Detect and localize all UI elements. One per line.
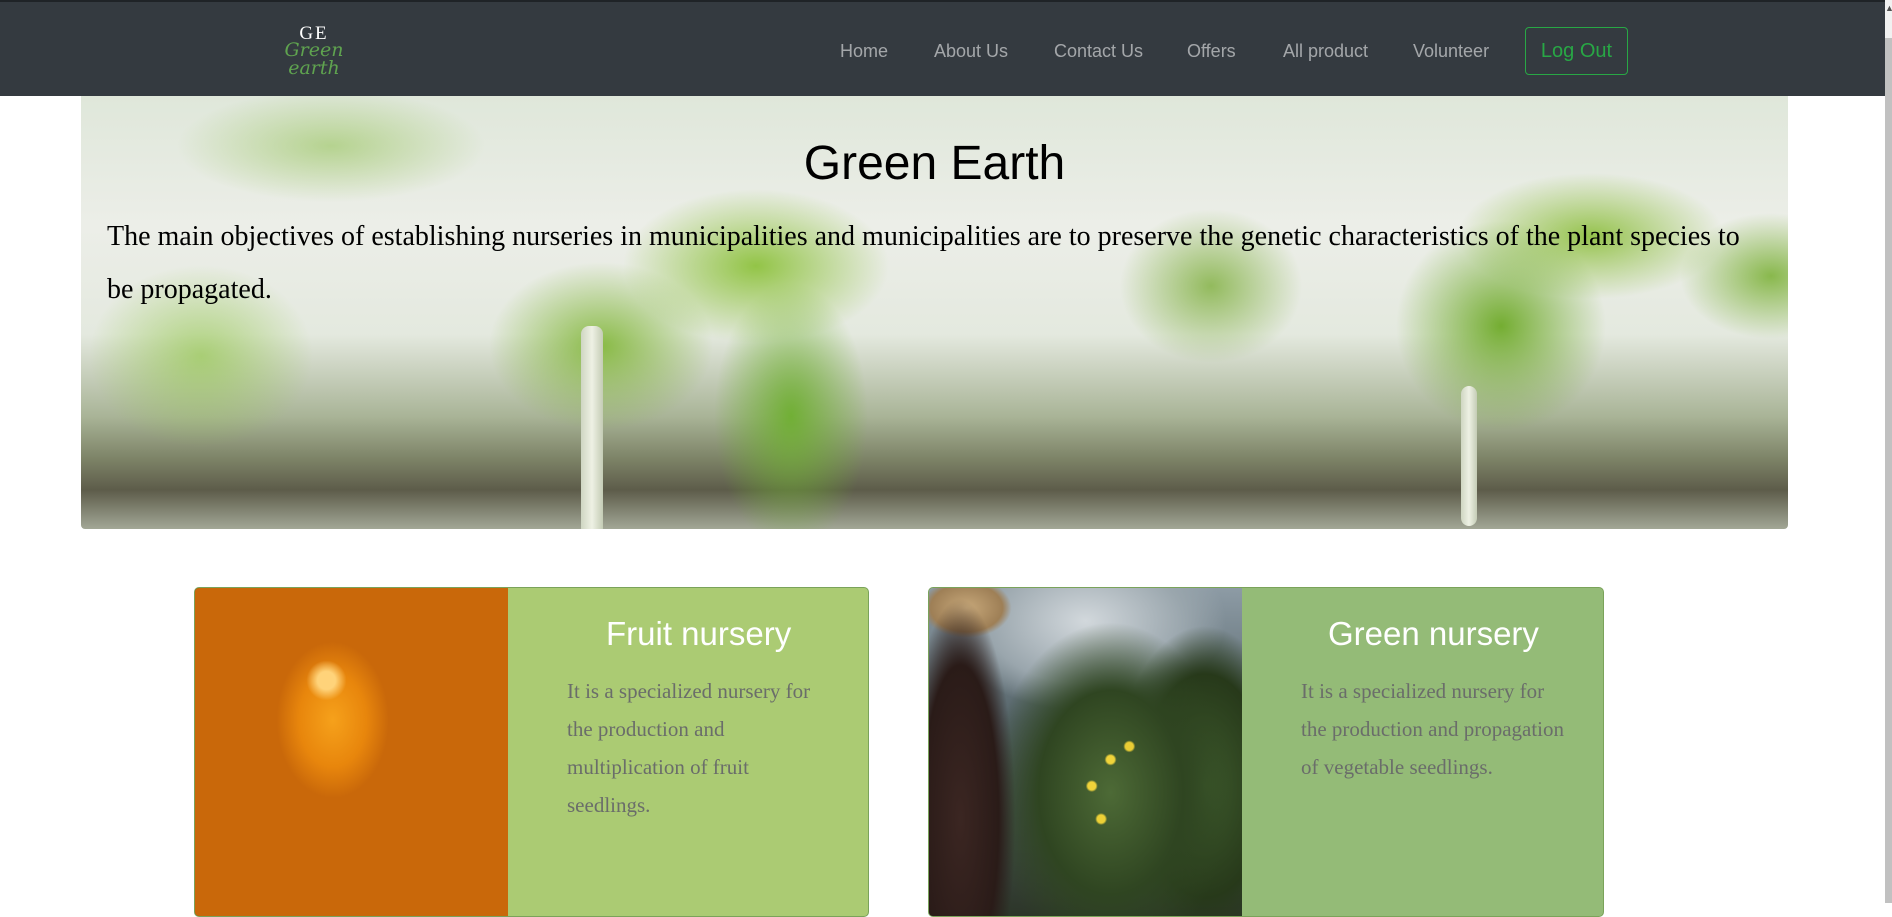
card-title: Green nursery <box>1328 615 1539 652</box>
brand-name: Green earth <box>284 39 344 79</box>
hero-banner: Green Earth The main objectives of estab… <box>81 96 1788 529</box>
nav-link-volunteer[interactable]: Volunteer <box>1413 40 1489 62</box>
hero-description: The main objectives of establishing nurs… <box>107 221 1740 305</box>
seedling-stem-decoration <box>581 326 603 529</box>
nav-link-offers[interactable]: Offers <box>1187 40 1236 62</box>
scrollbar-thumb[interactable] <box>1885 38 1892 903</box>
card-description: It is a specialized nursery for the prod… <box>567 679 811 817</box>
seedling-stem-decoration <box>1461 386 1477 526</box>
green-nursery-card[interactable]: Green nursery It is a specialized nurser… <box>928 587 1604 917</box>
nav-link-about-us[interactable]: About Us <box>934 40 1008 62</box>
card-description: It is a specialized nursery for the prod… <box>1301 679 1565 779</box>
top-navbar: GE Green earth Home About Us Contact Us … <box>0 0 1885 96</box>
fruit-nursery-image <box>195 588 508 916</box>
scroll-up-arrow-icon[interactable]: ▲ <box>1885 0 1892 16</box>
nav-link-home[interactable]: Home <box>840 40 888 62</box>
nav-link-contact-us[interactable]: Contact Us <box>1054 40 1143 62</box>
fruit-nursery-card[interactable]: Fruit nursery It is a specialized nurser… <box>194 587 869 917</box>
logout-button[interactable]: Log Out <box>1525 27 1628 75</box>
hero-title: Green Earth <box>803 137 1066 190</box>
card-title: Fruit nursery <box>606 615 792 652</box>
nav-link-all-product[interactable]: All product <box>1283 40 1368 62</box>
green-nursery-image <box>929 588 1242 916</box>
page-scrollbar[interactable]: ▲ <box>1885 0 1892 903</box>
brand-logo[interactable]: GE Green earth <box>259 24 369 78</box>
